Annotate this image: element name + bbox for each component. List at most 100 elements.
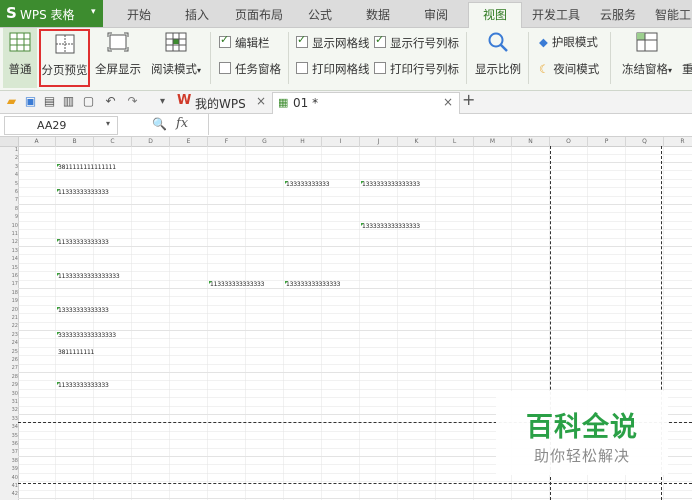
column-header-q[interactable]: Q (626, 137, 664, 146)
freeze-panes-button[interactable]: 冻结窗格▾ (616, 28, 678, 88)
column-header-a[interactable]: A (18, 137, 56, 146)
column-header-o[interactable]: O (550, 137, 588, 146)
cell-h5[interactable]: 133333333333 (285, 180, 330, 188)
preview-icon[interactable]: ▢ (82, 95, 95, 108)
redo-icon[interactable]: ↷ (126, 95, 139, 108)
column-header-g[interactable]: G (246, 137, 284, 146)
row-header-9[interactable]: 9 (0, 214, 18, 220)
row-header-15[interactable]: 15 (0, 265, 18, 271)
tab-dropdown-icon[interactable]: ▾ (156, 95, 169, 108)
row-header-20[interactable]: 20 (0, 307, 18, 313)
row-header-29[interactable]: 29 (0, 382, 18, 388)
close-icon[interactable]: × (443, 95, 453, 109)
app-menu-button[interactable]: S WPS 表格 ▾ (0, 0, 103, 27)
open-folder-icon[interactable]: ▰ (5, 95, 18, 108)
doc-tab-mywps[interactable]: W 我的WPS × (172, 91, 272, 113)
doc-tab-01[interactable]: ▦ 01 * × (272, 92, 460, 114)
row-header-42[interactable]: 42 (0, 491, 18, 497)
show-gridlines-checkbox[interactable]: 显示网格线 (296, 33, 370, 51)
zoom-formula-icon[interactable]: 🔍 (152, 117, 167, 131)
row-header-18[interactable]: 18 (0, 290, 18, 296)
row-header-2[interactable]: 2 (0, 155, 18, 161)
tab-developer[interactable]: 开发工具 (532, 6, 580, 23)
tab-home[interactable]: 开始 (127, 6, 151, 23)
cell-b6[interactable]: 11333333333333 (57, 189, 109, 196)
column-header-k[interactable]: K (398, 137, 436, 146)
cell-h17[interactable]: 133333333333333 (285, 281, 340, 288)
row-header-7[interactable]: 7 (0, 197, 18, 203)
row-header-36[interactable]: 36 (0, 441, 18, 447)
row-header-13[interactable]: 13 (0, 248, 18, 254)
column-header-p[interactable]: P (588, 137, 626, 146)
column-header-h[interactable]: H (284, 137, 322, 146)
column-header-m[interactable]: M (474, 137, 512, 146)
tab-formulas[interactable]: 公式 (308, 6, 332, 23)
row-header-35[interactable]: 35 (0, 433, 18, 439)
cell-j5[interactable]: 1333333333333333 (361, 180, 420, 188)
tab-insert[interactable]: 插入 (185, 6, 209, 23)
chevron-down-icon[interactable]: ▾ (106, 119, 110, 128)
row-header-17[interactable]: 17 (0, 281, 18, 287)
tab-data[interactable]: 数据 (366, 6, 390, 23)
cell-f17[interactable]: 113333333333333 (209, 281, 264, 288)
row-header-22[interactable]: 22 (0, 323, 18, 329)
row-header-33[interactable]: 33 (0, 416, 18, 422)
row-header-40[interactable]: 40 (0, 475, 18, 481)
zoom-button[interactable]: 显示比例 (472, 28, 524, 88)
row-header-39[interactable]: 39 (0, 466, 18, 472)
cell-b20[interactable]: 13333333333333 (57, 306, 109, 314)
print-preview-icon[interactable]: ▤ (43, 95, 56, 108)
row-header-21[interactable]: 21 (0, 315, 18, 321)
cell-b29[interactable]: 11333333333333 (57, 382, 109, 389)
row-header-6[interactable]: 6 (0, 189, 18, 195)
column-header-r[interactable]: R (664, 137, 692, 146)
column-header-j[interactable]: J (360, 137, 398, 146)
fx-button[interactable]: fx (176, 116, 188, 131)
eye-protection-button[interactable]: ◆ 护眼模式 (539, 34, 598, 50)
cell-b16[interactable]: 11333333333333333 (57, 273, 120, 280)
row-header-26[interactable]: 26 (0, 357, 18, 363)
undo-icon[interactable]: ↶ (104, 95, 117, 108)
save-icon[interactable]: ▣ (24, 95, 37, 108)
formula-input[interactable] (208, 114, 692, 135)
row-header-4[interactable]: 4 (0, 172, 18, 178)
night-mode-button[interactable]: ☾ 夜间模式 (539, 61, 599, 77)
task-pane-checkbox[interactable]: 任务窗格 (219, 61, 281, 77)
row-header-5[interactable]: 5 (0, 181, 18, 187)
new-tab-button[interactable]: + (462, 92, 475, 108)
row-header-14[interactable]: 14 (0, 256, 18, 262)
row-header-32[interactable]: 32 (0, 407, 18, 413)
row-header-10[interactable]: 10 (0, 223, 18, 229)
page-break-line[interactable] (18, 483, 692, 484)
print-icon[interactable]: ▥ (62, 95, 75, 108)
row-header-16[interactable]: 16 (0, 273, 18, 279)
row-header-11[interactable]: 11 (0, 231, 18, 237)
cell-b25[interactable]: 3811111111 (58, 349, 94, 356)
print-row-col-headers-checkbox[interactable]: 打印行号列标 (374, 61, 459, 77)
close-icon[interactable]: × (256, 94, 266, 108)
row-header-8[interactable]: 8 (0, 206, 18, 212)
page-break-preview-button[interactable]: 分页预览 (39, 29, 90, 87)
row-header-3[interactable]: 3 (0, 164, 18, 170)
cell-b3[interactable]: 3811111111111111 (57, 163, 116, 171)
full-screen-button[interactable]: 全屏显示 (93, 28, 143, 88)
tab-review[interactable]: 审阅 (424, 6, 448, 23)
reading-mode-button[interactable]: 阅读模式▾ (146, 28, 206, 88)
row-header-31[interactable]: 31 (0, 399, 18, 405)
column-header-b[interactable]: B (56, 137, 94, 146)
row-header-30[interactable]: 30 (0, 391, 18, 397)
row-header-27[interactable]: 27 (0, 365, 18, 371)
row-header-1[interactable]: 1 (0, 147, 18, 153)
cell-j10[interactable]: 1333333333333333 (361, 222, 420, 230)
row-header-25[interactable]: 25 (0, 349, 18, 355)
row-header-34[interactable]: 34 (0, 424, 18, 430)
column-header-i[interactable]: I (322, 137, 360, 146)
cell-b12[interactable]: 11333333333333 (57, 239, 109, 246)
normal-view-button[interactable]: 普通 (3, 28, 37, 88)
row-header-28[interactable]: 28 (0, 374, 18, 380)
column-header-f[interactable]: F (208, 137, 246, 146)
column-header-n[interactable]: N (512, 137, 550, 146)
tab-page-layout[interactable]: 页面布局 (235, 6, 283, 23)
column-header-d[interactable]: D (132, 137, 170, 146)
name-box[interactable]: AA29 ▾ (4, 116, 118, 135)
